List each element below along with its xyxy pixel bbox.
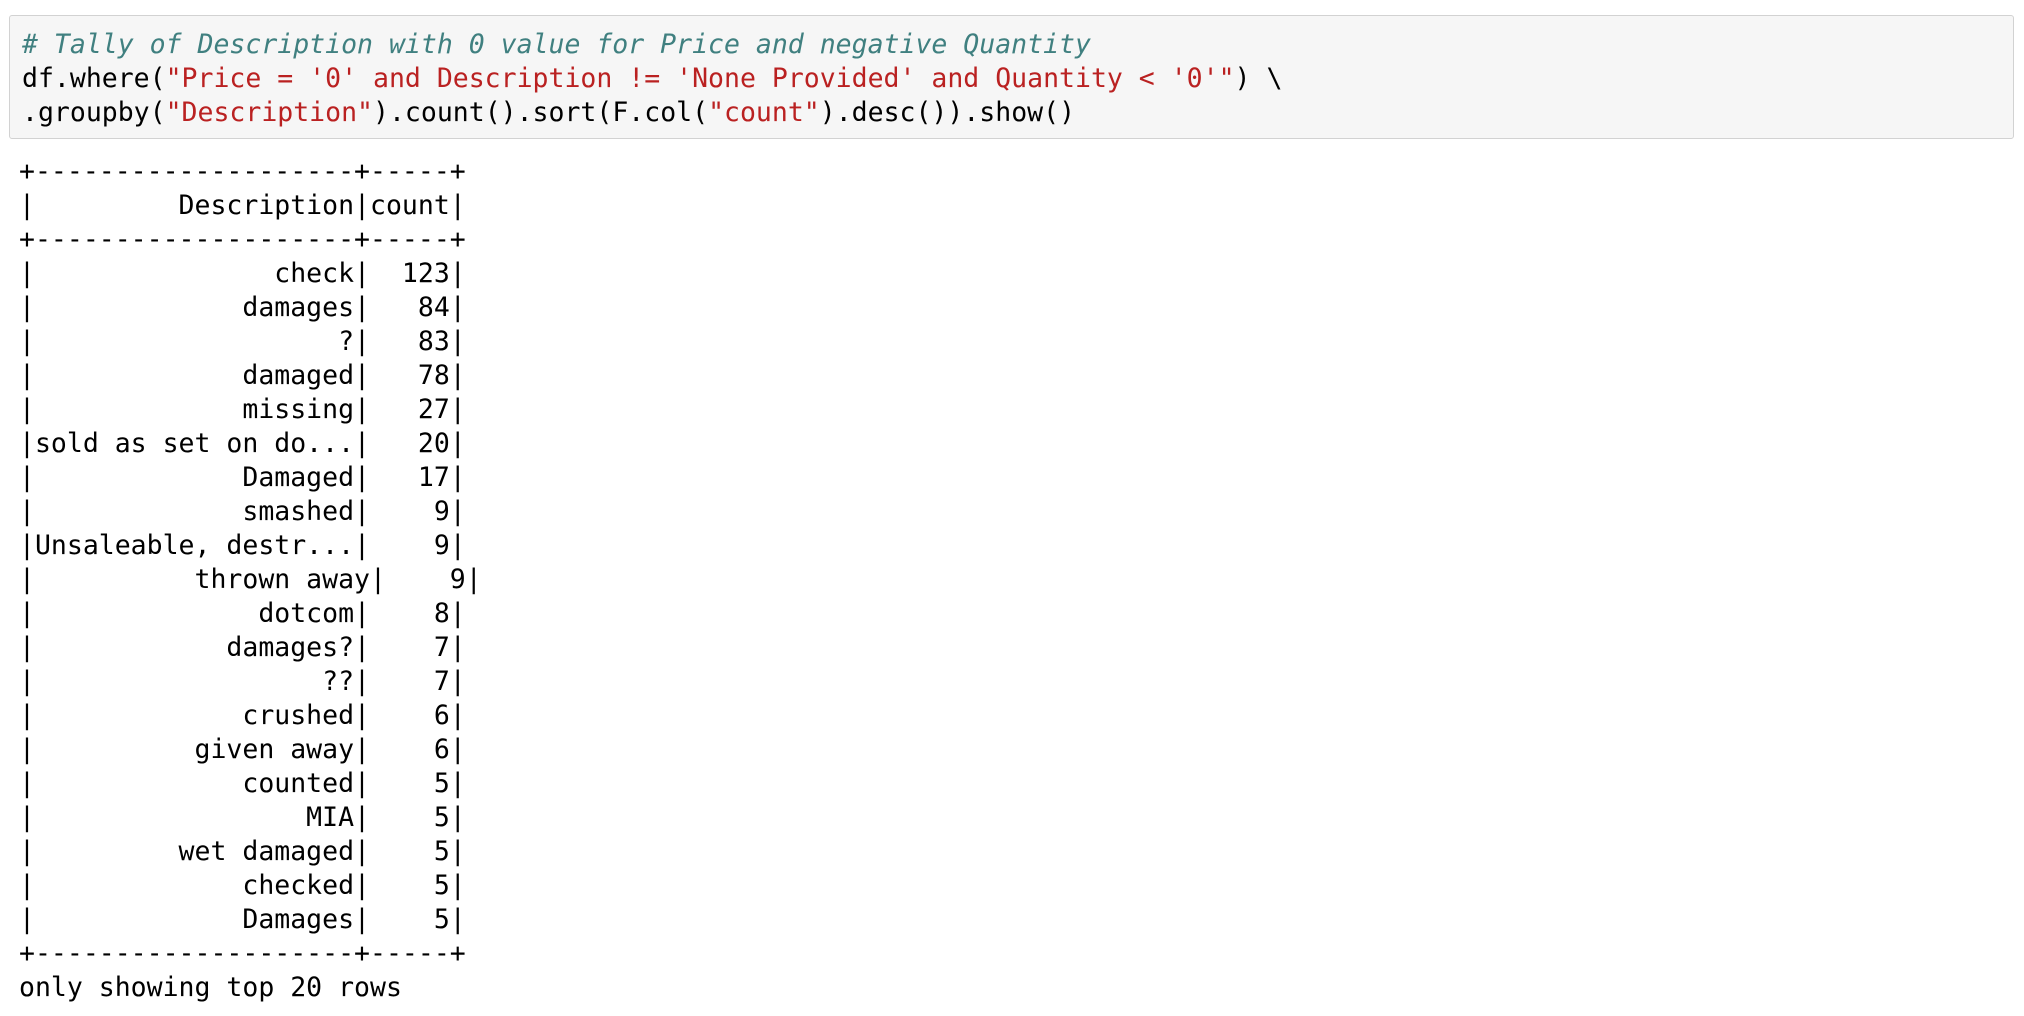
code-cell[interactable]: # Tally of Description with 0 value for …: [9, 15, 2014, 139]
table-row: |sold as set on do...| 20|: [19, 428, 466, 459]
code-text: ).desc()).show(): [819, 97, 1076, 128]
table-row: | Damaged| 17|: [19, 462, 466, 493]
code-line-comment: # Tally of Description with 0 value for …: [22, 28, 1091, 62]
table-row: | given away| 6|: [19, 734, 466, 765]
table-row: |Unsaleable, destr...| 9|: [19, 530, 466, 561]
code-text: ).count().sort(F.col(: [373, 97, 709, 128]
table-row: | missing| 27|: [19, 394, 466, 425]
code-text: ) \: [1234, 63, 1283, 94]
table-row: | ?| 83|: [19, 326, 466, 357]
notebook-page: # Tally of Description with 0 value for …: [0, 0, 2024, 1016]
code-string: "count": [708, 97, 820, 128]
code-text: .groupby(: [22, 97, 166, 128]
table-row: | checked| 5|: [19, 870, 466, 901]
table-header: | Description|count|: [19, 190, 466, 221]
output-footer: only showing top 20 rows: [19, 972, 402, 1003]
code-text: df.where(: [22, 63, 166, 94]
table-row: | Damages| 5|: [19, 904, 466, 935]
table-row: | dotcom| 8|: [19, 598, 466, 629]
table-row: | MIA| 5|: [19, 802, 466, 833]
table-row: | damages| 84|: [19, 292, 466, 323]
code-string: "Price = '0' and Description != 'None Pr…: [165, 63, 1235, 94]
table-row: | ??| 7|: [19, 666, 466, 697]
table-border-top: +--------------------+-----+: [19, 156, 466, 187]
table-row: | counted| 5|: [19, 768, 466, 799]
table-row: | damages?| 7|: [19, 632, 466, 663]
code-line-where: df.where("Price = '0' and Description !=…: [22, 62, 1282, 96]
table-row: | smashed| 9|: [19, 496, 466, 527]
table-border-mid: +--------------------+-----+: [19, 224, 466, 255]
table-border-bottom: +--------------------+-----+: [19, 938, 466, 969]
code-comment: # Tally of Description with 0 value for …: [22, 29, 1091, 60]
table-row: | thrown away| 9|: [19, 564, 482, 595]
code-line-groupby: .groupby("Description").count().sort(F.c…: [22, 96, 1075, 130]
code-string: "Description": [165, 97, 374, 128]
cell-output: +--------------------+-----+ | Descripti…: [19, 155, 482, 1005]
table-row: | check| 123|: [19, 258, 466, 289]
table-row: | crushed| 6|: [19, 700, 466, 731]
table-row: | damaged| 78|: [19, 360, 466, 391]
table-row: | wet damaged| 5|: [19, 836, 466, 867]
